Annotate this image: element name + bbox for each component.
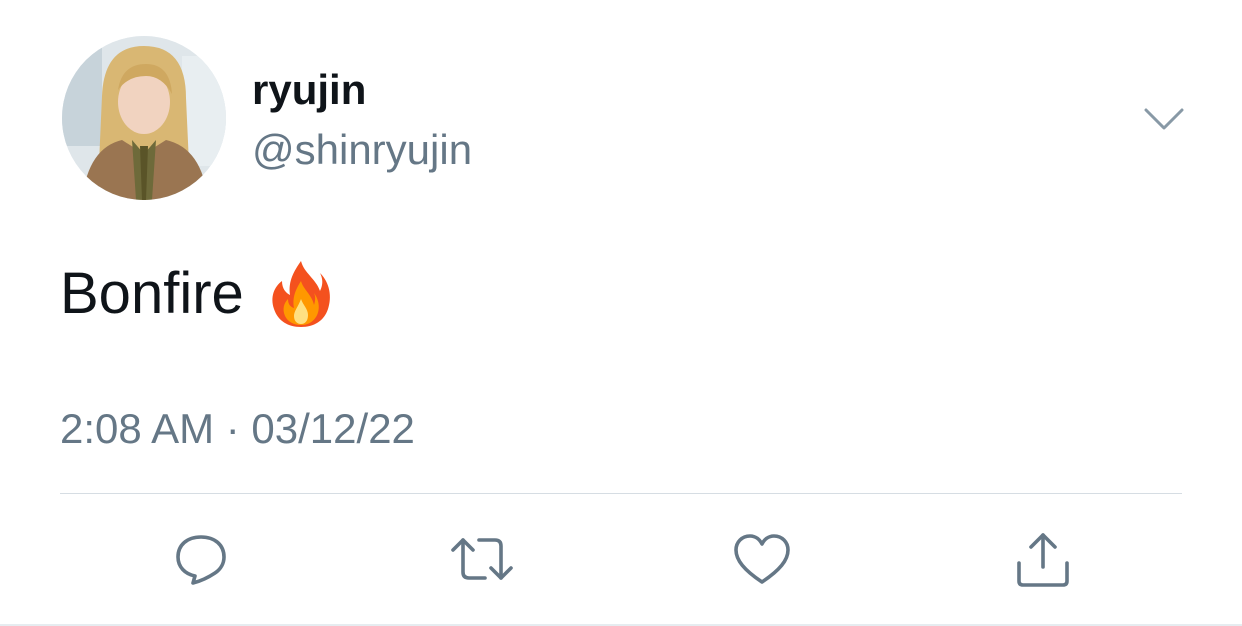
share-icon [1013,529,1073,589]
user-handle[interactable]: @shinryujin [252,124,472,176]
tweet-card: ryujin @shinryujin Bonfire 2:08 AM · 03/… [0,0,1242,626]
tweet-body: Bonfire [60,258,332,330]
comment-icon [171,529,231,589]
display-name[interactable]: ryujin [252,64,366,116]
retweet-icon [449,532,515,586]
avatar[interactable] [62,36,226,200]
retweet-button[interactable] [449,526,515,592]
avatar-photo [62,36,226,200]
chevron-down-icon[interactable] [1142,104,1186,134]
share-button[interactable] [1010,526,1076,592]
heart-icon [732,532,792,586]
tweet-actions [0,526,1242,592]
like-button[interactable] [729,526,795,592]
reply-button[interactable] [168,526,234,592]
tweet-text: Bonfire [60,261,244,326]
divider [60,493,1182,494]
fire-emoji-icon [270,259,332,329]
tweet-timestamp[interactable]: 2:08 AM · 03/12/22 [60,402,415,456]
